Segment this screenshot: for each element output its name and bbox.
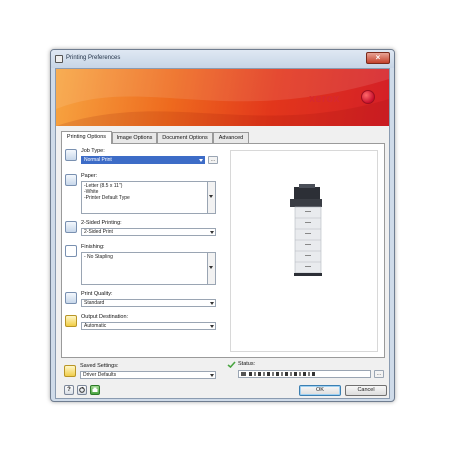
xerox-logo: xerox <box>309 93 340 105</box>
chevron-down-icon <box>209 194 213 198</box>
checkmark-icon <box>227 361 236 369</box>
paper-dropdown-button[interactable] <box>207 182 215 213</box>
output-destination-value: Automatic <box>84 323 107 329</box>
printer-illustration <box>290 184 322 276</box>
tab-document-options[interactable]: Document Options <box>157 132 213 143</box>
print-quality-icon <box>65 292 77 304</box>
printing-preferences-window: Printing Preferences × xerox Printing Op… <box>50 49 395 402</box>
job-type-label: Job Type: <box>81 148 105 154</box>
finishing-stapling: - No Stapling <box>84 254 113 260</box>
job-type-value: Normal Print <box>84 157 112 163</box>
cancel-button[interactable]: Cancel <box>345 385 387 396</box>
paper-label: Paper: <box>81 173 98 179</box>
chevron-down-icon <box>210 302 214 305</box>
status-label: Status: <box>238 361 256 367</box>
paper-summary-box[interactable]: -Letter (8.5 x 11") -White -Printer Defa… <box>81 181 216 214</box>
restore-defaults-icon <box>79 386 85 393</box>
saved-settings-value: Driver Defaults <box>83 372 117 378</box>
printer-status-icons <box>241 372 315 376</box>
job-type-more-button[interactable]: ... <box>208 156 218 164</box>
finishing-dropdown-button[interactable] <box>207 253 215 284</box>
status-bar <box>238 370 371 378</box>
printing-options-panel: Job Type: Normal Print ... Paper: -Lette… <box>61 143 385 358</box>
chevron-down-icon <box>210 231 214 234</box>
reset-defaults-button[interactable] <box>77 385 87 395</box>
two-sided-value: 2-Sided Print <box>84 229 113 235</box>
chevron-down-icon <box>210 325 214 328</box>
chevron-down-icon <box>209 265 213 269</box>
chevron-down-icon <box>210 374 214 377</box>
print-quality-label: Print Quality: <box>81 291 113 297</box>
finishing-icon <box>65 245 77 257</box>
finishing-summary-box[interactable]: - No Stapling <box>81 252 216 285</box>
printer-small-icon <box>92 387 98 392</box>
paper-icon <box>65 174 77 186</box>
two-sided-select[interactable]: 2-Sided Print <box>81 228 216 236</box>
printer-icon <box>55 55 63 63</box>
paper-type: -Printer Default Type <box>84 195 130 201</box>
saved-settings-icon <box>64 365 76 377</box>
tab-printing-options[interactable]: Printing Options <box>61 131 112 144</box>
xerox-logo-icon <box>361 90 375 104</box>
output-destination-select[interactable]: Automatic <box>81 322 216 330</box>
job-type-select[interactable]: Normal Print <box>81 156 205 164</box>
dialog-client: xerox Printing Options Image Options Doc… <box>55 68 390 399</box>
saved-settings-select[interactable]: Driver Defaults <box>80 371 216 379</box>
help-button[interactable]: ? <box>64 385 74 395</box>
two-sided-icon <box>65 221 77 233</box>
status-more-button[interactable]: ... <box>374 370 384 378</box>
two-sided-label: 2-Sided Printing: <box>81 220 122 226</box>
window-title: Printing Preferences <box>66 55 121 61</box>
title-bar[interactable]: Printing Preferences × <box>51 50 394 68</box>
output-destination-label: Output Destination: <box>81 314 129 320</box>
job-type-icon <box>65 149 77 161</box>
print-quality-select[interactable]: Standard <box>81 299 216 307</box>
finishing-label: Finishing: <box>81 244 105 250</box>
output-destination-icon <box>65 315 77 327</box>
close-button[interactable]: × <box>366 52 390 64</box>
chevron-down-icon <box>199 159 203 162</box>
tab-advanced[interactable]: Advanced <box>213 132 249 143</box>
print-quality-value: Standard <box>84 300 105 306</box>
printer-status-button[interactable] <box>90 385 100 395</box>
saved-settings-label: Saved Settings: <box>80 363 119 369</box>
printer-preview <box>230 150 378 352</box>
tab-image-options[interactable]: Image Options <box>112 132 157 143</box>
xerox-banner: xerox <box>56 69 389 126</box>
ok-button[interactable]: OK <box>299 385 341 396</box>
